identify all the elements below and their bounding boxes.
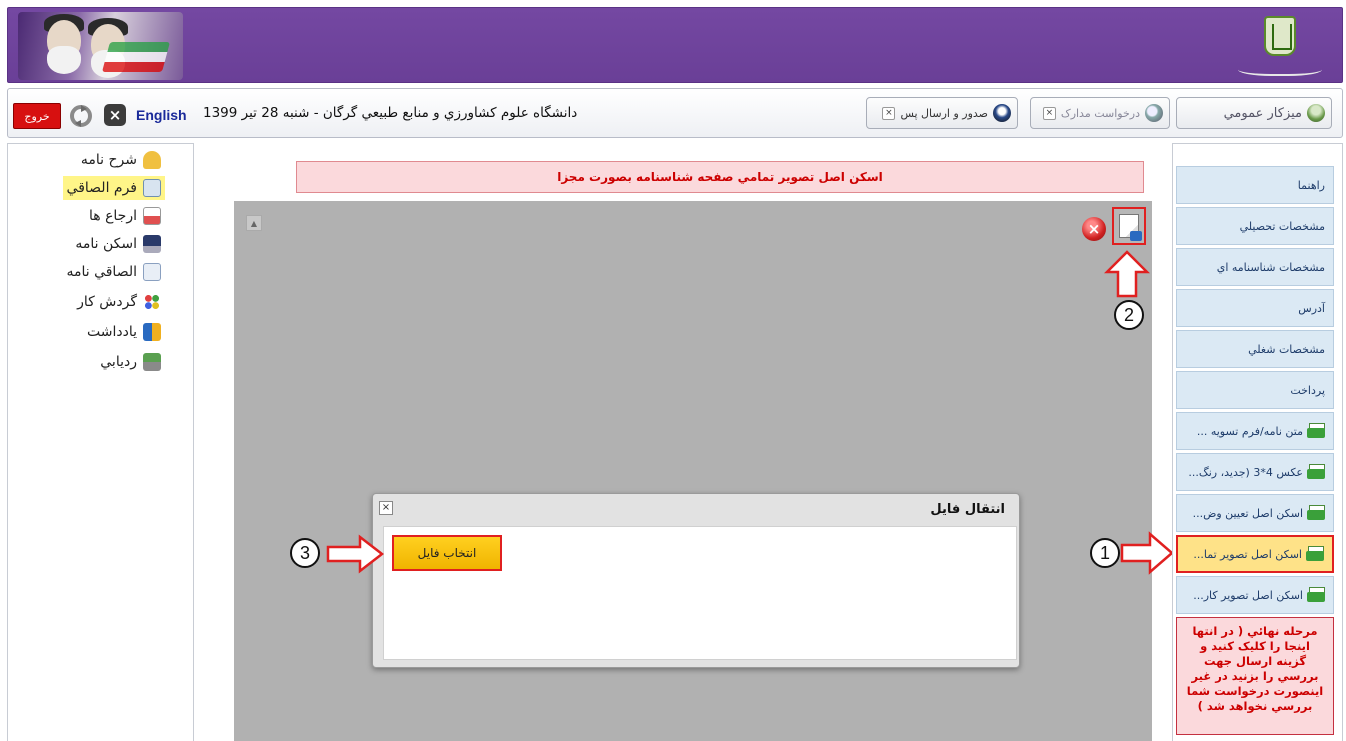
step-1-arrow-icon bbox=[1120, 531, 1174, 575]
document-viewer[interactable]: ▲ × انتقال فايل × انتخاب فايل bbox=[234, 201, 1152, 741]
menu-item-attachment-form[interactable]: فرم الصاقي bbox=[62, 176, 165, 200]
printer-icon bbox=[1307, 423, 1325, 439]
sidebar-item-label: راهنما bbox=[1297, 178, 1325, 192]
scan-instruction-notice: اسکن اصل تصوير تمامي صفحه شناسنامه بصورت… bbox=[296, 161, 1144, 193]
sidebar-item-education[interactable]: مشخصات تحصيلي bbox=[1176, 207, 1334, 245]
printer-icon bbox=[1307, 587, 1325, 603]
refresh-icon[interactable] bbox=[68, 103, 94, 129]
left-menu: شرح نامه فرم الصاقي ارجاع ها اسکن نامه ا… bbox=[7, 143, 194, 741]
sidebar-item-help[interactable]: راهنما bbox=[1176, 166, 1334, 204]
menu-item-letter-description[interactable]: شرح نامه bbox=[77, 148, 165, 172]
sidebar-item-identity[interactable]: مشخصات شناسنامه اي bbox=[1176, 248, 1334, 286]
menu-item-label: شرح نامه bbox=[80, 152, 137, 168]
sidebar-item-label: پرداخت bbox=[1290, 383, 1325, 397]
dialog-body: انتخاب فايل bbox=[383, 526, 1017, 660]
menu-item-label: الصاقي نامه bbox=[66, 264, 137, 280]
document-request-icon bbox=[1145, 104, 1163, 122]
dialog-close-icon[interactable]: × bbox=[379, 501, 393, 515]
upload-file-button[interactable] bbox=[1112, 207, 1146, 245]
sidebar-item-label: اسکن اصل تعيين وض... bbox=[1192, 506, 1303, 520]
sidebar-item-label: اسکن اصل تصوير کار... bbox=[1193, 588, 1303, 602]
right-sidebar: راهنما مشخصات تحصيلي مشخصات شناسنامه اي … bbox=[1172, 143, 1343, 741]
university-date-text: دانشگاه علوم کشاورزي و منابع طبيعي گرگان… bbox=[203, 105, 578, 121]
sidebar-item-label: مشخصات شغلي bbox=[1248, 342, 1325, 356]
printer-icon bbox=[1306, 546, 1324, 562]
menu-item-attached-letter[interactable]: الصاقي نامه bbox=[62, 260, 165, 284]
scanner-icon bbox=[143, 235, 161, 253]
workflow-icon bbox=[143, 293, 161, 311]
referral-icon bbox=[143, 207, 161, 225]
sidebar-item-label: عکس 4*3 (جديد، رنگ... bbox=[1188, 465, 1303, 479]
sidebar-item-employment[interactable]: مشخصات شغلي bbox=[1176, 330, 1334, 368]
tab-request-documents[interactable]: × درخواست مدارک bbox=[1030, 97, 1170, 129]
notes-icon bbox=[143, 323, 161, 341]
menu-item-label: اسکن نامه bbox=[75, 236, 137, 252]
sidebar-item-birth-certificate-scan[interactable]: اسکن اصل تصوير تما... bbox=[1176, 535, 1334, 573]
step-3-arrow-icon bbox=[326, 534, 384, 574]
exit-button[interactable]: خروج bbox=[13, 103, 61, 129]
envelope-icon bbox=[143, 151, 161, 169]
leaders-portrait-image bbox=[18, 12, 183, 80]
final-step-notice[interactable]: مرحله نهائي ( در انتها اينجا را کليک کني… bbox=[1176, 617, 1334, 735]
menu-item-label: فرم الصاقي bbox=[66, 180, 137, 196]
file-transfer-dialog: انتقال فايل × انتخاب فايل bbox=[372, 493, 1020, 668]
menu-item-referrals[interactable]: ارجاع ها bbox=[85, 204, 165, 228]
tab-label: صدور و ارسال پس bbox=[900, 106, 988, 120]
sidebar-item-payment[interactable]: پرداخت bbox=[1176, 371, 1334, 409]
menu-item-label: يادداشت bbox=[87, 324, 137, 340]
menu-item-tracking[interactable]: رديابي bbox=[96, 350, 165, 374]
close-all-tabs-icon[interactable]: × bbox=[104, 104, 126, 126]
graduation-cap-icon bbox=[993, 104, 1011, 122]
tab-close-icon[interactable]: × bbox=[882, 106, 896, 120]
step-3-marker: 3 bbox=[290, 538, 320, 568]
main-content: اسکن اصل تصوير تمامي صفحه شناسنامه بصورت… bbox=[196, 143, 1168, 741]
attached-mail-icon bbox=[143, 263, 161, 281]
step-2-marker: 2 bbox=[1114, 300, 1144, 330]
sidebar-item-label: متن نامه/فرم تسويه ... bbox=[1196, 424, 1303, 438]
university-logo bbox=[1234, 14, 1324, 80]
header-banner bbox=[7, 7, 1343, 83]
sidebar-item-card-scan[interactable]: اسکن اصل تصوير کار... bbox=[1176, 576, 1334, 614]
tab-issue-send[interactable]: × صدور و ارسال پس bbox=[866, 97, 1018, 129]
tab-general-dashboard[interactable]: ميزکار عمومي bbox=[1176, 97, 1332, 129]
sidebar-item-photo[interactable]: عکس 4*3 (جديد، رنگ... bbox=[1176, 453, 1334, 491]
tab-label: ميزکار عمومي bbox=[1223, 105, 1302, 121]
tracking-icon bbox=[143, 353, 161, 371]
sidebar-item-label: اسکن اصل تصوير تما... bbox=[1193, 547, 1302, 561]
menu-item-label: ارجاع ها bbox=[88, 208, 137, 224]
sidebar-item-address[interactable]: آدرس bbox=[1176, 289, 1334, 327]
tab-close-icon[interactable]: × bbox=[1042, 106, 1056, 120]
sidebar-item-label: آدرس bbox=[1298, 301, 1325, 315]
sidebar-item-settlement-form[interactable]: متن نامه/فرم تسويه ... bbox=[1176, 412, 1334, 450]
sidebar-item-label: مشخصات تحصيلي bbox=[1239, 219, 1325, 233]
menu-item-notes[interactable]: يادداشت bbox=[83, 320, 165, 344]
step-1-marker: 1 bbox=[1090, 538, 1120, 568]
form-edit-icon bbox=[143, 179, 161, 197]
sidebar-item-status-scan[interactable]: اسکن اصل تعيين وض... bbox=[1176, 494, 1334, 532]
menu-item-workflow[interactable]: گردش کار bbox=[73, 290, 165, 314]
english-language-link[interactable]: English bbox=[136, 104, 187, 126]
menu-item-label: رديابي bbox=[100, 354, 137, 370]
dialog-title: انتقال فايل bbox=[930, 502, 1005, 517]
top-toolbar: خروج × English دانشگاه علوم کشاورزي و من… bbox=[7, 88, 1343, 138]
printer-icon bbox=[1307, 505, 1325, 521]
step-2-arrow-icon bbox=[1104, 250, 1150, 298]
menu-item-scan-letter[interactable]: اسکن نامه bbox=[71, 232, 165, 256]
menu-item-label: گردش کار bbox=[77, 294, 137, 310]
delete-icon[interactable]: × bbox=[1082, 217, 1106, 241]
upload-document-icon bbox=[1119, 214, 1142, 241]
tab-label: درخواست مدارک bbox=[1060, 106, 1140, 120]
user-icon bbox=[1307, 104, 1325, 122]
scroll-up-icon[interactable]: ▲ bbox=[246, 215, 262, 231]
choose-file-button[interactable]: انتخاب فايل bbox=[392, 535, 502, 571]
sidebar-item-label: مشخصات شناسنامه اي bbox=[1216, 260, 1325, 274]
printer-icon bbox=[1307, 464, 1325, 480]
